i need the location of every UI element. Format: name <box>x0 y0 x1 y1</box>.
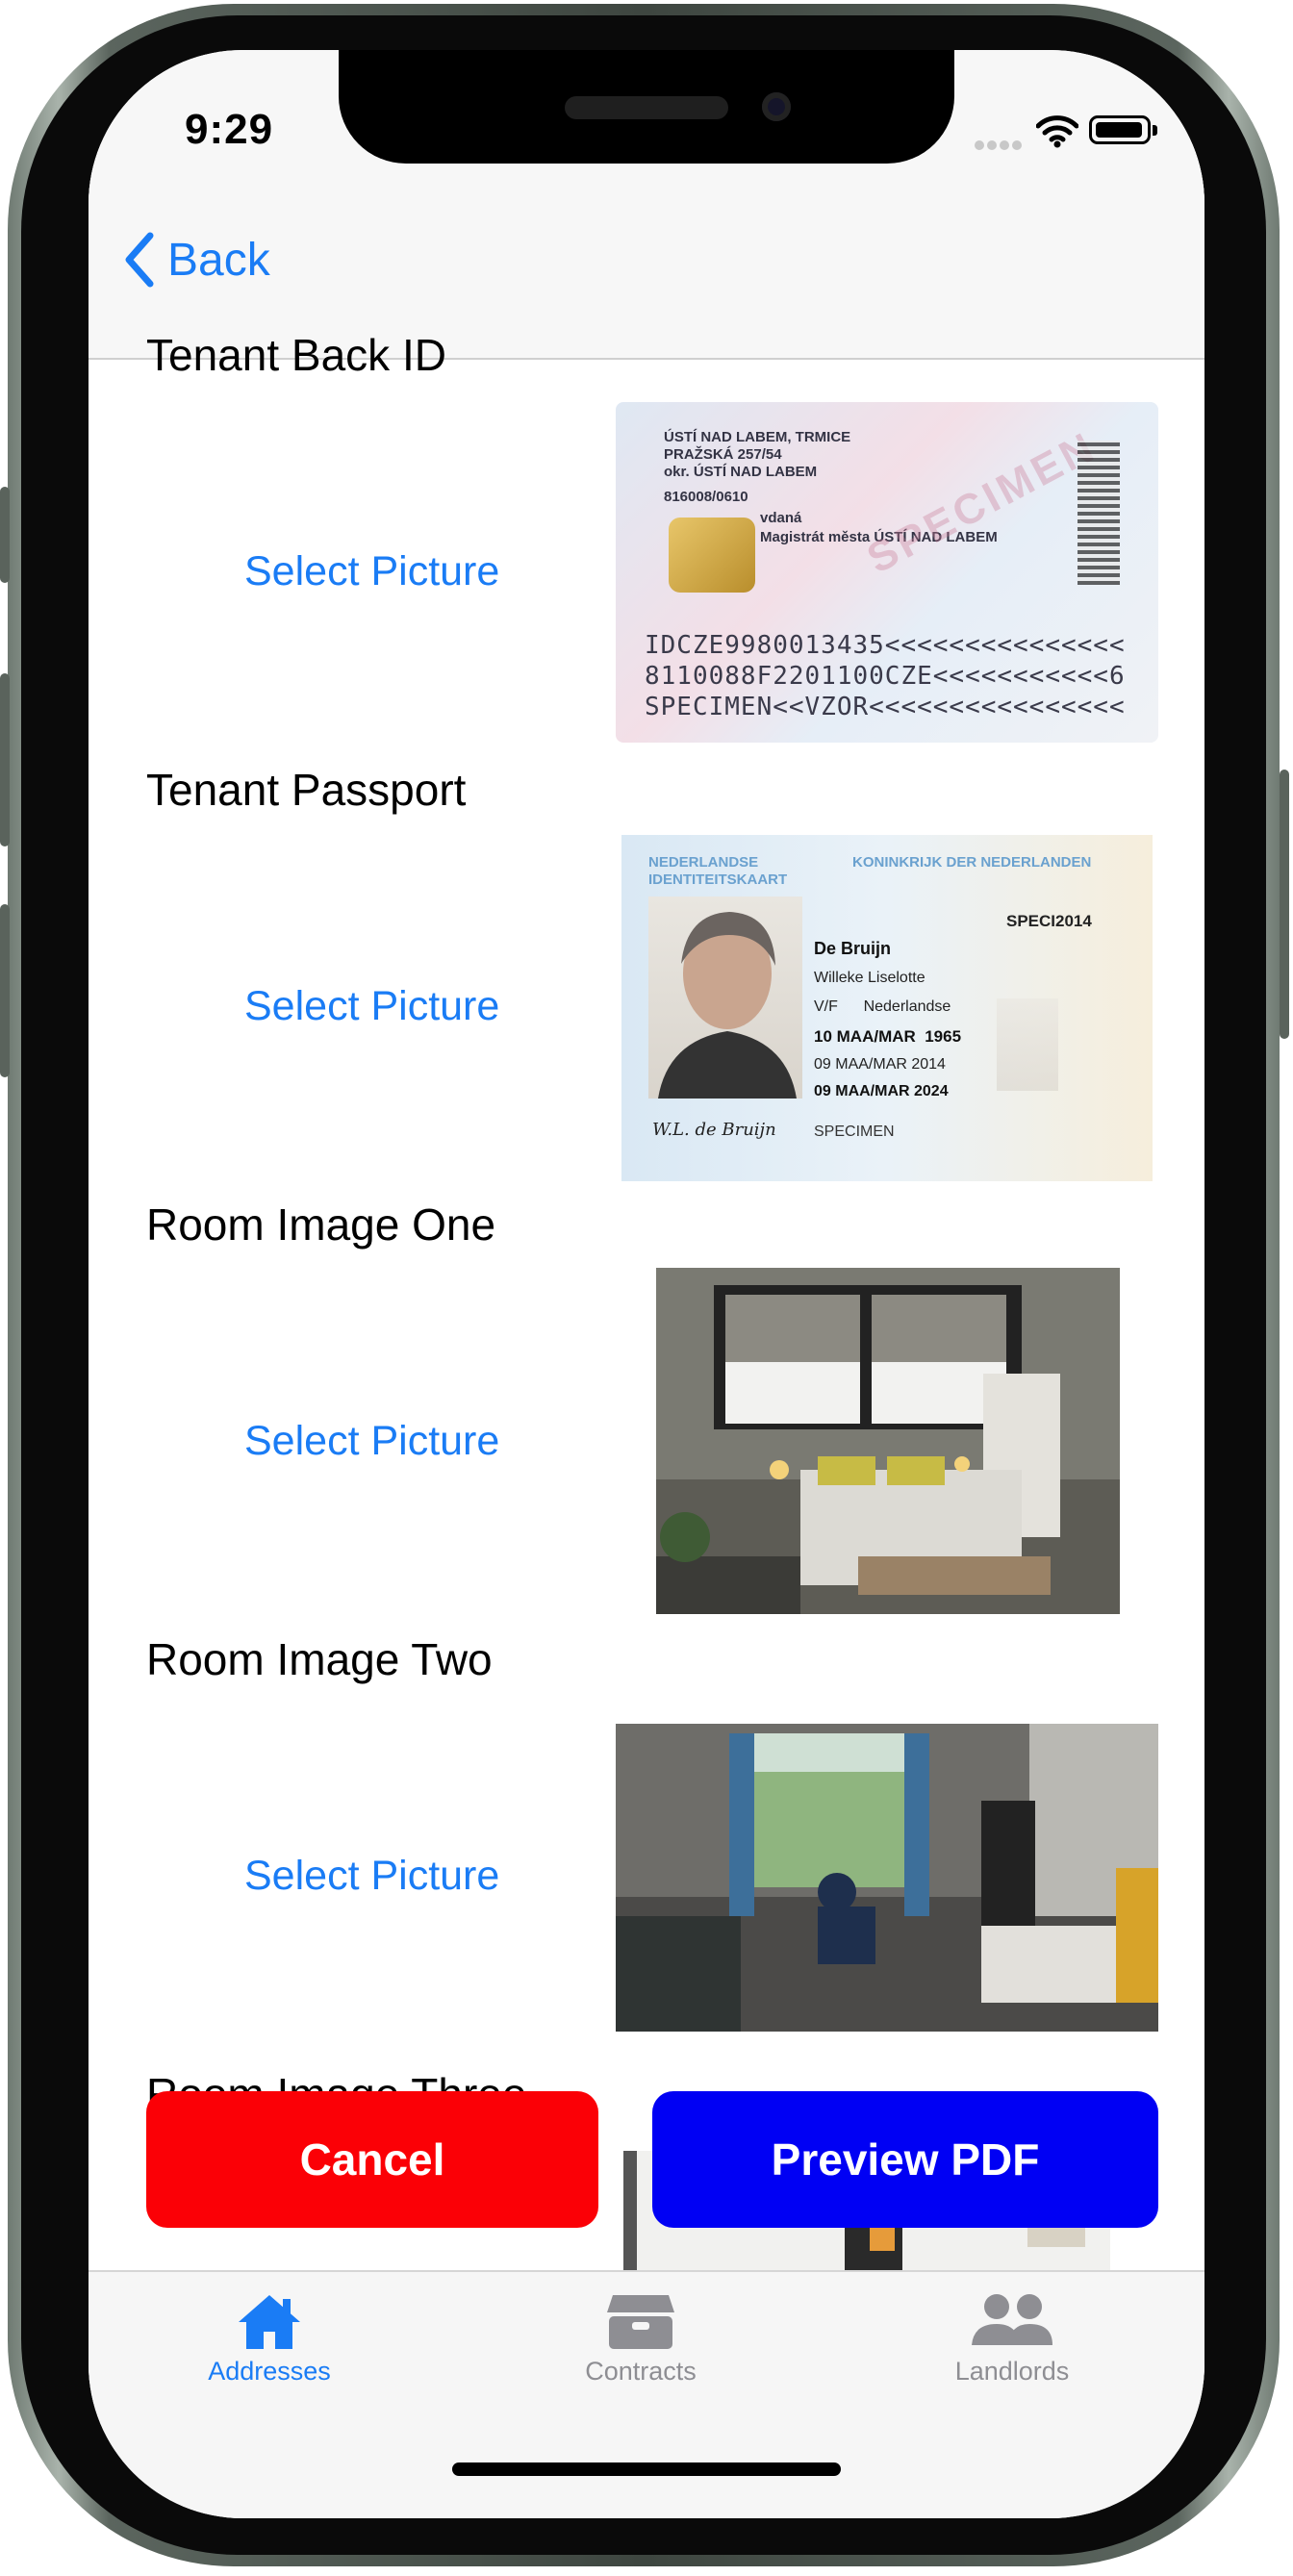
tab-addresses[interactable]: Addresses <box>144 2291 394 2387</box>
select-picture-button-back-id[interactable]: Select Picture <box>244 548 499 595</box>
mute-switch <box>0 487 10 583</box>
section-title-tenant-back-id: Tenant Back ID <box>146 330 446 380</box>
archive-box-icon <box>607 2295 674 2349</box>
section-title-room-image-two: Room Image Two <box>146 1634 493 1684</box>
select-picture-button-passport[interactable]: Select Picture <box>244 983 499 1030</box>
speaker-grille <box>565 96 728 119</box>
id-address-line: ÚSTÍ NAD LABEM, TRMICE <box>664 429 851 445</box>
tab-contracts[interactable]: Contracts <box>516 2291 766 2387</box>
id-number-line: 816008/0610 <box>664 489 748 505</box>
volume-down-button <box>0 904 10 1077</box>
passport-surname: De Bruijn <box>814 939 892 958</box>
id-chip <box>669 518 755 593</box>
tab-label-contracts: Contracts <box>585 2357 697 2386</box>
battery-icon <box>1089 115 1151 144</box>
app-screen: 9:29 Back Tenant Back ID Select Picture … <box>89 50 1204 2518</box>
passport-portrait <box>648 897 802 1099</box>
passport-document-number: SPECI2014 <box>1006 912 1092 930</box>
power-button <box>1280 770 1289 1039</box>
cellular-signal-icon <box>974 139 1024 156</box>
passport-expiry-date: 09 MAA/MAR 2024 <box>814 1083 949 1099</box>
mrz-line-2: 8110088F2201100CZE<<<<<<<<<<<6 <box>645 662 1126 691</box>
battery-level <box>1096 122 1142 138</box>
id-status-line: vdaná <box>760 510 802 526</box>
passport-specimen-mark: SPECIMEN <box>814 1124 895 1140</box>
passport-given-names: Willeke Liselotte <box>814 970 925 986</box>
section-title-room-image-one: Room Image One <box>146 1200 496 1250</box>
passport-header-left: NEDERLANDSE IDENTITEITSKAART <box>648 854 788 888</box>
specimen-watermark: SPECIMEN <box>859 422 1104 583</box>
tenant-back-id-image: ÚSTÍ NAD LABEM, TRMICE PRAŽSKÁ 257/54 ok… <box>616 402 1158 743</box>
back-label: Back <box>167 234 270 286</box>
tenant-passport-image: NEDERLANDSE IDENTITEITSKAART KONINKRIJK … <box>621 835 1153 1181</box>
passport-issue-date: 09 MAA/MAR 2014 <box>814 1056 946 1073</box>
select-picture-button-room-two[interactable]: Select Picture <box>244 1853 499 1900</box>
battery-tip <box>1153 125 1157 136</box>
id-barcode <box>1078 441 1120 585</box>
select-picture-button-room-one[interactable]: Select Picture <box>244 1418 499 1465</box>
volume-up-button <box>0 673 10 846</box>
id-district-line: okr. ÚSTÍ NAD LABEM <box>664 464 818 480</box>
passport-signature: W.L. de Bruijn <box>652 1120 776 1140</box>
cancel-button[interactable]: Cancel <box>146 2091 598 2228</box>
tab-landlords[interactable]: Landlords <box>887 2291 1137 2387</box>
room-image-two <box>616 1724 1158 2032</box>
people-icon <box>972 2294 1052 2345</box>
section-title-tenant-passport: Tenant Passport <box>146 765 467 815</box>
passport-sex-nationality: V/F Nederlandse <box>814 998 951 1015</box>
mrz-line-1: IDCZE9980013435<<<<<<<<<<<<<<< <box>645 631 1126 660</box>
status-time: 9:29 <box>185 106 274 153</box>
tab-label-landlords: Landlords <box>954 2357 1070 2386</box>
tab-label-addresses: Addresses <box>208 2357 331 2386</box>
passport-birth-date: 10 MAA/MAR 1965 <box>814 1027 962 1046</box>
id-street-line: PRAŽSKÁ 257/54 <box>664 446 782 463</box>
chevron-left-icon <box>125 232 154 288</box>
back-button[interactable]: Back <box>123 221 270 298</box>
wifi-icon <box>1035 115 1079 153</box>
house-icon <box>239 2295 300 2349</box>
home-indicator[interactable] <box>452 2462 841 2476</box>
passport-header-right: KONINKRIJK DER NEDERLANDEN <box>852 854 1092 871</box>
mrz-line-3: SPECIMEN<<VZOR<<<<<<<<<<<<<<<< <box>645 693 1126 721</box>
front-camera <box>762 92 791 121</box>
room-image-one <box>656 1268 1120 1614</box>
preview-pdf-button[interactable]: Preview PDF <box>652 2091 1158 2228</box>
passport-ghost-portrait <box>997 998 1058 1091</box>
